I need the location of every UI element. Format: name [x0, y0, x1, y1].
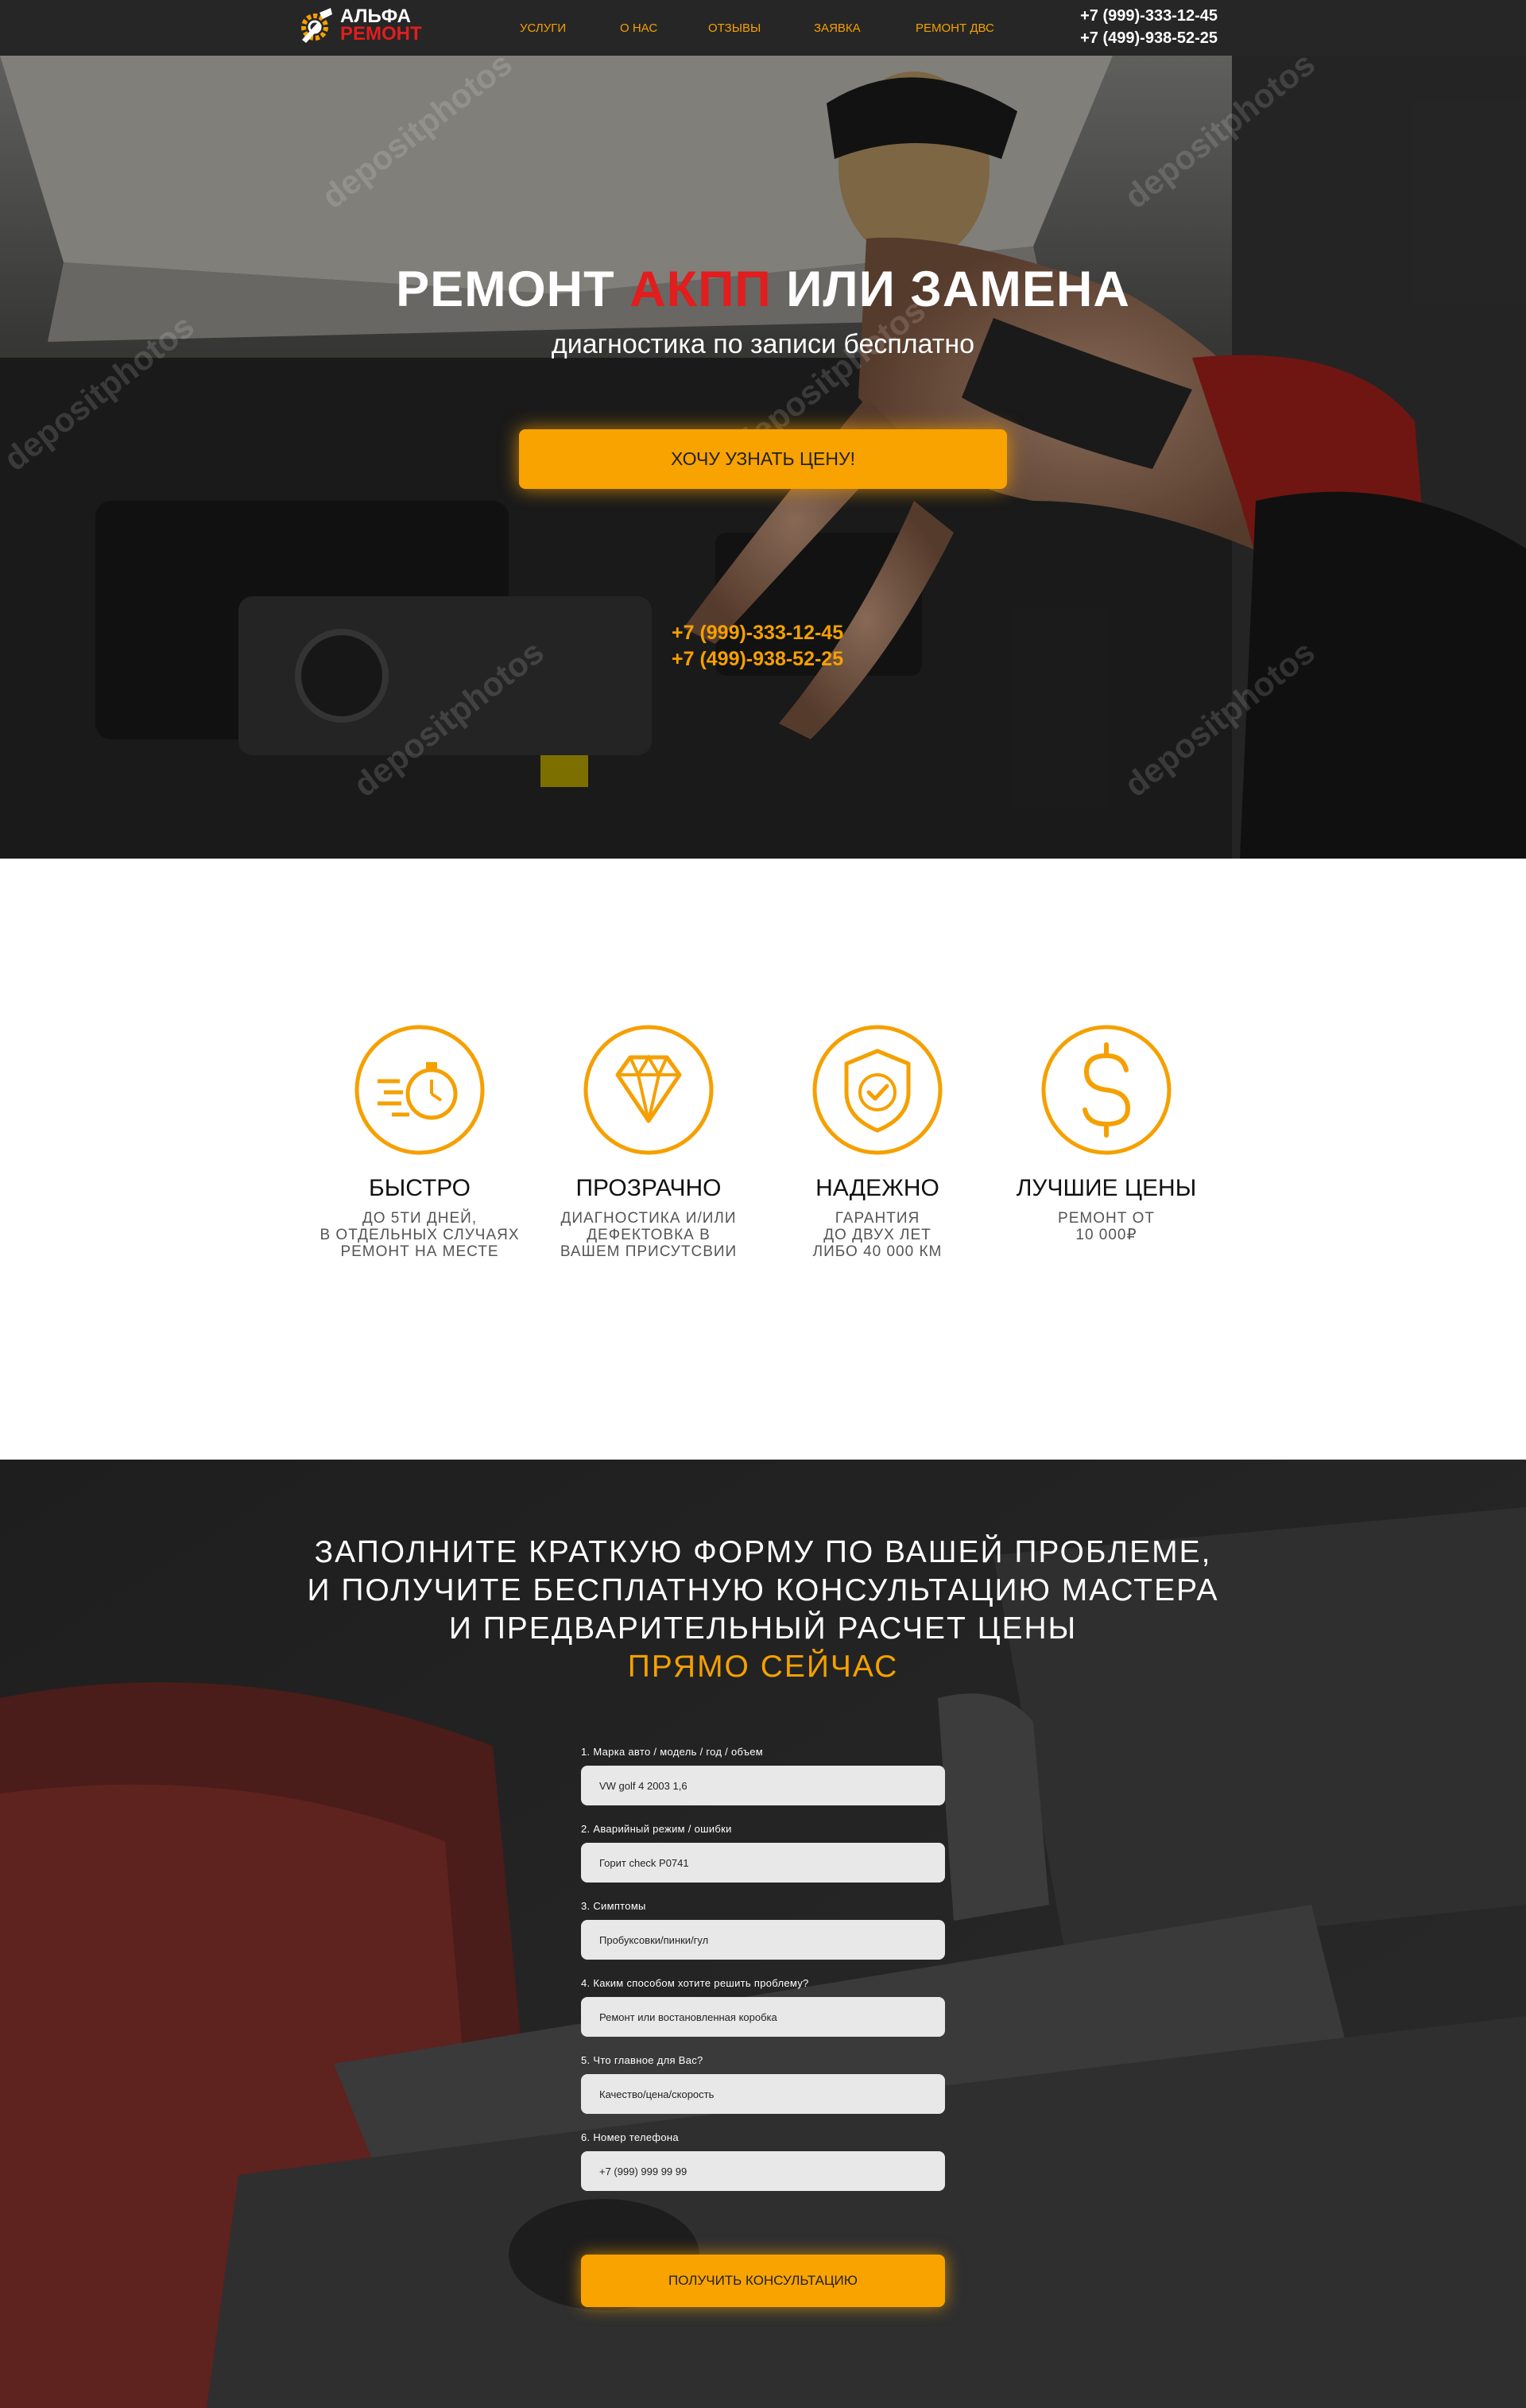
form-field: 3. Симптомы — [581, 1900, 945, 1960]
form-title: ЗАПОЛНИТЕ КРАТКУЮ ФОРМУ ПО ВАШЕЙ ПРОБЛЕМ… — [0, 1534, 1526, 1686]
feature-title: ЛУЧШИЕ ЦЕНЫ — [1016, 1175, 1197, 1201]
symptoms-label: 3. Симптомы — [581, 1900, 646, 1912]
hero-phone-1[interactable]: +7 (999)-333-12-45 — [672, 620, 843, 646]
form-field: 1. Марка авто / модель / год / объем — [581, 1746, 945, 1805]
hero-phones: +7 (999)-333-12-45 +7 (499)-938-52-25 — [672, 620, 843, 673]
solution-method-input[interactable] — [581, 1997, 945, 2037]
get-consultation-button[interactable]: ПОЛУЧИТЬ КОНСУЛЬТАЦИЮ — [581, 2255, 945, 2307]
feature-card: ЛУЧШИЕ ЦЕНЫ РЕМОНТ ОТ 10 000₽ — [992, 1024, 1221, 1243]
form-title-line: ЗАПОЛНИТЕ КРАТКУЮ ФОРМУ ПО ВАШЕЙ ПРОБЛЕМ… — [314, 1535, 1212, 1569]
logo[interactable]: АЛЬФА РЕМОНТ — [296, 5, 422, 46]
nav-item-about[interactable]: О НАС — [620, 21, 657, 35]
error-mode-label: 2. Аварийный режим / ошибки — [581, 1823, 732, 1835]
diamond-icon — [583, 1025, 714, 1155]
hero-section: depositphotos depositphotos depositphoto… — [0, 56, 1526, 859]
feature-description: РЕМОНТ ОТ 10 000₽ — [1058, 1210, 1155, 1243]
phone-input[interactable] — [581, 2151, 945, 2191]
form-field: 2. Аварийный режим / ошибки — [581, 1823, 945, 1883]
stopwatch-icon — [354, 1025, 485, 1155]
hero-phone-2[interactable]: +7 (499)-938-52-25 — [672, 646, 843, 673]
nav-item-reviews[interactable]: ОТЗЫВЫ — [708, 21, 761, 35]
feature-title: НАДЕЖНО — [815, 1175, 939, 1201]
car-model-label: 1. Марка авто / модель / год / объем — [581, 1746, 764, 1758]
feature-description: ДО 5ТИ ДНЕЙ, В ОТДЕЛЬНЫХ СЛУЧАЯХ РЕМОНТ … — [320, 1210, 520, 1260]
site-header: АЛЬФА РЕМОНТ УСЛУГИ О НАС ОТЗЫВЫ ЗАЯВКА … — [0, 0, 1526, 56]
feature-title: ПРОЗРАЧНО — [575, 1175, 722, 1201]
header-phones: +7 (999)-333-12-45 +7 (499)-938-52-25 — [1080, 5, 1218, 49]
shield-check-icon — [812, 1025, 943, 1155]
feature-card: ПРОЗРАЧНО ДИАГНОСТИКА И/ИЛИ ДЕФЕКТОВКА В… — [534, 1024, 763, 1260]
form-field: 4. Каким способом хотите решить проблему… — [581, 1977, 945, 2037]
car-model-input[interactable] — [581, 1766, 945, 1805]
form-title-line: И ПОЛУЧИТЕ БЕСПЛАТНУЮ КОНСУЛЬТАЦИЮ МАСТЕ… — [307, 1573, 1219, 1607]
dollar-icon — [1041, 1025, 1172, 1155]
hero-title-accent: АКПП — [629, 262, 772, 317]
feature-card: БЫСТРО ДО 5ТИ ДНЕЙ, В ОТДЕЛЬНЫХ СЛУЧАЯХ … — [305, 1024, 534, 1260]
form-field: 6. Номер телефона — [581, 2131, 945, 2191]
priority-input[interactable] — [581, 2074, 945, 2114]
priority-label: 5. Что главное для Вас? — [581, 2054, 703, 2066]
hero-title-part1: РЕМОНТ — [396, 262, 630, 317]
feature-card: НАДЕЖНО ГАРАНТИЯ ДО ДВУХ ЛЕТ ЛИБО 40 000… — [763, 1024, 992, 1260]
get-price-button[interactable]: ХОЧУ УЗНАТЬ ЦЕНУ! — [519, 429, 1007, 489]
hero-title: РЕМОНТ АКПП ИЛИ ЗАМЕНА — [0, 261, 1526, 318]
error-mode-input[interactable] — [581, 1843, 945, 1883]
hero-title-part2: ИЛИ ЗАМЕНА — [771, 262, 1130, 317]
phone-label: 6. Номер телефона — [581, 2131, 679, 2143]
feature-description: ДИАГНОСТИКА И/ИЛИ ДЕФЕКТОВКА В ВАШЕМ ПРИ… — [560, 1210, 738, 1260]
consultation-form-section: ЗАПОЛНИТЕ КРАТКУЮ ФОРМУ ПО ВАШЕЙ ПРОБЛЕМ… — [0, 1460, 1526, 2408]
solution-method-label: 4. Каким способом хотите решить проблему… — [581, 1977, 809, 1989]
feature-description: ГАРАНТИЯ ДО ДВУХ ЛЕТ ЛИБО 40 000 КМ — [812, 1210, 943, 1260]
feature-title: БЫСТРО — [369, 1175, 471, 1201]
logo-gear-icon — [301, 8, 332, 43]
logo-line2: РЕМОНТ — [340, 23, 422, 45]
nav-item-request[interactable]: ЗАЯВКА — [814, 21, 861, 35]
form-title-line: И ПРЕДВАРИТЕЛЬНЫЙ РАСЧЕТ ЦЕНЫ — [448, 1611, 1078, 1646]
features-section: БЫСТРО ДО 5ТИ ДНЕЙ, В ОТДЕЛЬНЫХ СЛУЧАЯХ … — [0, 859, 1526, 1460]
form-field: 5. Что главное для Вас? — [581, 2054, 945, 2114]
header-phone-2[interactable]: +7 (499)-938-52-25 — [1080, 27, 1218, 49]
nav-item-services[interactable]: УСЛУГИ — [520, 21, 566, 35]
nav-item-engine-repair[interactable]: РЕМОНТ ДВС — [916, 21, 994, 35]
form-title-accent: ПРЯМО СЕЙЧАС — [627, 1650, 899, 1684]
symptoms-input[interactable] — [581, 1920, 945, 1960]
hero-subtitle: диагностика по записи бесплатно — [551, 329, 975, 359]
header-phone-1[interactable]: +7 (999)-333-12-45 — [1080, 5, 1218, 27]
